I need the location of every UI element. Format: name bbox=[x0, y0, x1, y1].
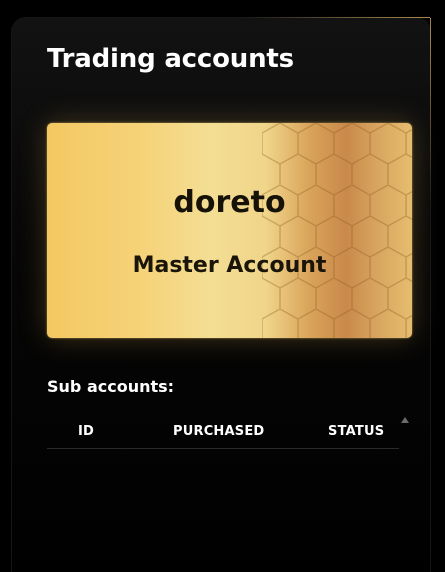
column-header-status[interactable]: STATUS bbox=[328, 424, 384, 439]
master-account-name: doreto bbox=[173, 185, 286, 220]
panel-accent-edge-top bbox=[240, 17, 430, 18]
page-title: Trading accounts bbox=[47, 44, 294, 74]
sub-accounts-table-header: ID PURCHASED STATUS bbox=[47, 420, 399, 449]
panel-accent-edge-right bbox=[430, 18, 431, 208]
master-account-label: Master Account bbox=[132, 253, 327, 278]
column-header-purchased[interactable]: PURCHASED bbox=[173, 424, 264, 439]
sub-accounts-title: Sub accounts: bbox=[47, 377, 175, 396]
hexagon-pattern bbox=[262, 123, 412, 338]
master-account-card[interactable]: doreto Master Account bbox=[47, 123, 412, 338]
column-header-id[interactable]: ID bbox=[78, 424, 94, 439]
sort-up-icon[interactable] bbox=[401, 417, 409, 423]
